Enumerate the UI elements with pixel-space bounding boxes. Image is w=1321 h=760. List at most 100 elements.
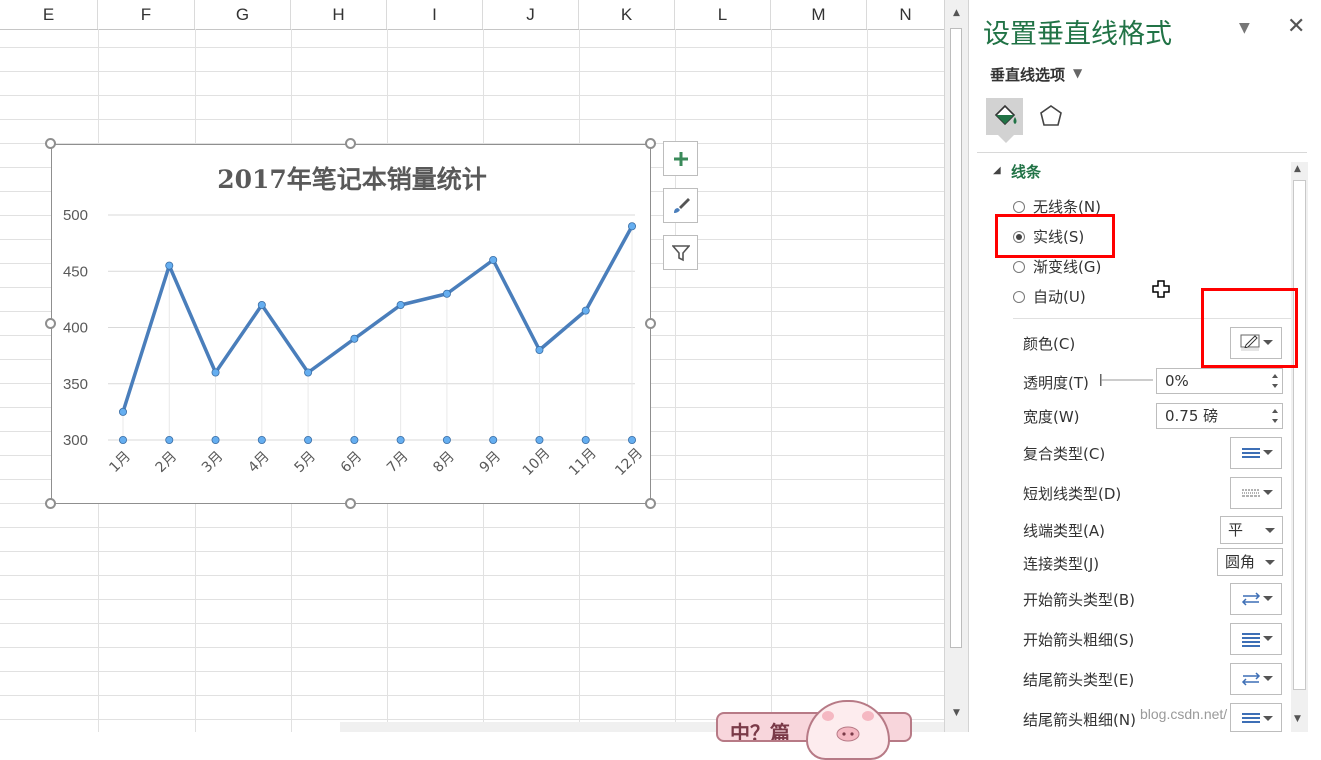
baseline-point[interactable]: [165, 435, 174, 444]
column-header-i[interactable]: I: [387, 0, 483, 29]
y-tick-label[interactable]: 450: [63, 263, 88, 280]
data-point[interactable]: [350, 334, 359, 343]
chevron-down-icon[interactable]: ▼: [1073, 66, 1082, 80]
close-icon[interactable]: ✕: [1287, 14, 1305, 39]
pane-scrollbar[interactable]: ▲ ▼: [1291, 162, 1308, 732]
chart-plot[interactable]: 300 350 400 450 500 1月 2月 3月 4月 5月 6月 7月 8月 9月 10月 11月 1…: [52, 145, 650, 503]
baseline-point[interactable]: [581, 435, 590, 444]
spin-up-icon[interactable]: [1272, 374, 1278, 378]
column-header-k[interactable]: K: [579, 0, 675, 29]
x-tick-label[interactable]: 8月: [430, 448, 458, 476]
data-point[interactable]: [628, 222, 637, 231]
baseline-point[interactable]: [628, 435, 637, 444]
scroll-down-icon[interactable]: ▼: [1294, 714, 1301, 724]
data-point[interactable]: [396, 300, 405, 309]
data-point[interactable]: [257, 300, 266, 309]
data-point[interactable]: [119, 407, 128, 416]
radio-icon[interactable]: [1013, 291, 1025, 303]
end-arrow-type-button[interactable]: [1230, 663, 1282, 695]
spin-down-icon[interactable]: [1272, 419, 1278, 423]
compound-type-button[interactable]: [1230, 437, 1282, 469]
x-tick-label[interactable]: 12月: [612, 445, 646, 479]
baseline-point[interactable]: [442, 435, 451, 444]
data-point[interactable]: [442, 289, 451, 298]
column-header-j[interactable]: J: [483, 0, 579, 29]
baseline-point[interactable]: [535, 435, 544, 444]
resize-handle-bottom-left[interactable]: [45, 498, 56, 509]
radio-icon[interactable]: [1013, 201, 1025, 213]
transparency-input[interactable]: 0%: [1156, 368, 1283, 394]
scroll-thumb[interactable]: [950, 28, 962, 648]
chart-styles-button[interactable]: [663, 188, 698, 223]
chevron-down-icon[interactable]: ▼: [1239, 20, 1250, 36]
resize-handle-right[interactable]: [645, 318, 656, 329]
join-type-select[interactable]: 圆角: [1217, 548, 1283, 576]
radio-automatic[interactable]: 自动(U): [1013, 286, 1086, 308]
spin-down-icon[interactable]: [1272, 384, 1278, 388]
fill-line-tab[interactable]: [986, 98, 1023, 135]
y-tick-label[interactable]: 400: [63, 320, 88, 337]
x-tick-label[interactable]: 1月: [106, 448, 134, 476]
data-point[interactable]: [581, 306, 590, 315]
dash-type-button[interactable]: [1230, 477, 1282, 509]
column-header-n[interactable]: N: [867, 0, 944, 29]
chart-filters-button[interactable]: [663, 235, 698, 270]
column-header-f[interactable]: F: [98, 0, 195, 29]
baseline-point[interactable]: [396, 435, 405, 444]
effects-tab[interactable]: [1033, 98, 1070, 135]
x-tick-label[interactable]: 9月: [477, 448, 505, 476]
begin-arrow-size-button[interactable]: [1230, 623, 1282, 655]
data-point[interactable]: [304, 368, 313, 377]
options-dropdown[interactable]: 垂直线选项: [990, 64, 1065, 85]
width-input[interactable]: 0.75 磅: [1156, 403, 1283, 429]
resize-handle-left[interactable]: [45, 318, 56, 329]
column-header-h[interactable]: H: [291, 0, 387, 29]
x-tick-label[interactable]: 4月: [245, 448, 273, 476]
begin-arrow-type-button[interactable]: [1230, 583, 1282, 615]
baseline-point[interactable]: [489, 435, 498, 444]
resize-handle-bottom-right[interactable]: [645, 498, 656, 509]
chart-elements-button[interactable]: [663, 141, 698, 176]
cap-type-select[interactable]: 平: [1220, 516, 1283, 544]
baseline-point[interactable]: [211, 435, 220, 444]
x-tick-label[interactable]: 5月: [292, 448, 320, 476]
data-point[interactable]: [211, 368, 220, 377]
y-tick-label[interactable]: 350: [63, 376, 88, 393]
spin-up-icon[interactable]: [1272, 409, 1278, 413]
radio-icon[interactable]: [1013, 261, 1025, 273]
scroll-thumb[interactable]: [1293, 180, 1306, 690]
sheet-vertical-scrollbar[interactable]: ▲ ▼: [944, 0, 968, 732]
resize-handle-top[interactable]: [345, 138, 356, 149]
scroll-up-icon[interactable]: ▲: [1294, 164, 1301, 174]
y-tick-label[interactable]: 500: [63, 207, 88, 224]
resize-handle-top-right[interactable]: [645, 138, 656, 149]
section-line[interactable]: 线条: [1011, 161, 1041, 182]
radio-gradient-line[interactable]: 渐变线(G): [1013, 256, 1101, 278]
line-chart[interactable]: 2017年笔记本销量统计 300 350 400 450 500 1月 2月 3月 4月 5月 6月…: [51, 144, 651, 504]
x-tick-label[interactable]: 6月: [338, 448, 366, 476]
column-header-l[interactable]: L: [675, 0, 771, 29]
x-tick-label[interactable]: 11月: [566, 445, 600, 479]
column-header-g[interactable]: G: [195, 0, 291, 29]
resize-handle-bottom[interactable]: [345, 498, 356, 509]
baseline-point[interactable]: [304, 435, 313, 444]
x-tick-label[interactable]: 7月: [384, 448, 412, 476]
baseline-point[interactable]: [119, 435, 128, 444]
x-tick-label[interactable]: 10月: [520, 445, 554, 479]
scroll-down-icon[interactable]: ▼: [949, 706, 964, 721]
resize-handle-top-left[interactable]: [45, 138, 56, 149]
data-point[interactable]: [165, 261, 174, 270]
collapse-triangle-icon[interactable]: ◢: [993, 165, 1001, 176]
scroll-up-icon[interactable]: ▲: [949, 6, 964, 21]
y-tick-label[interactable]: 300: [63, 432, 88, 449]
end-arrow-size-button[interactable]: [1230, 703, 1282, 732]
x-tick-label[interactable]: 2月: [153, 448, 181, 476]
data-point[interactable]: [489, 256, 498, 265]
baseline-point[interactable]: [350, 435, 359, 444]
x-tick-label[interactable]: 3月: [199, 448, 227, 476]
column-header-e[interactable]: E: [0, 0, 98, 29]
baseline-point[interactable]: [257, 435, 266, 444]
transparency-slider[interactable]: [1099, 374, 1155, 386]
data-point[interactable]: [535, 345, 544, 354]
column-header-m[interactable]: M: [771, 0, 867, 29]
